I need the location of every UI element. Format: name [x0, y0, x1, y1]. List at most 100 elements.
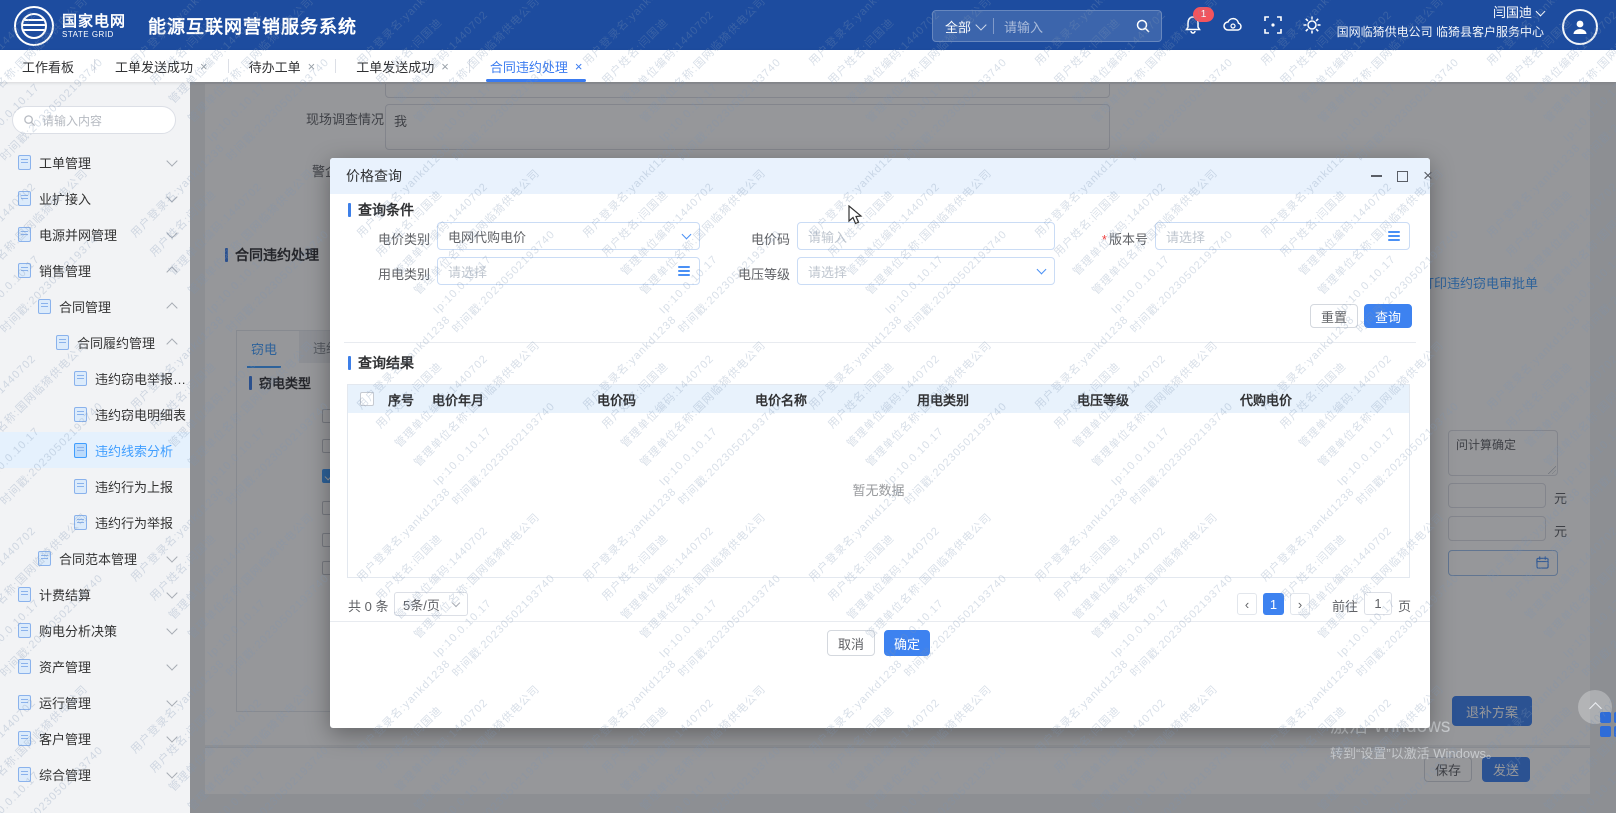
- sidebar-item[interactable]: 违约窃电明细表: [0, 396, 190, 432]
- sidebar-search-input[interactable]: 请输入内容: [12, 106, 176, 134]
- maximize-icon[interactable]: [1390, 158, 1414, 194]
- tab-item[interactable]: 待办工单 ×: [245, 50, 320, 82]
- state-grid-logo-icon: [14, 6, 54, 46]
- sidebar-item[interactable]: 资产管理: [0, 648, 190, 684]
- price-category-select[interactable]: 电网代购电价: [437, 222, 700, 250]
- search-input[interactable]: 请输入: [994, 17, 1135, 36]
- dialog-header[interactable]: 价格查询: [330, 158, 1430, 194]
- next-page-button[interactable]: ›: [1290, 593, 1310, 615]
- tab-item[interactable]: 工单发送成功 ×: [352, 50, 453, 82]
- search-scope-select[interactable]: 全部: [933, 17, 977, 36]
- tab-item[interactable]: 工作看板: [18, 50, 78, 82]
- version-select[interactable]: 请选择: [1155, 222, 1410, 250]
- results-table-header: 序号 电价年月 电价码 电价名称 用电类别 电压等级 代购电价: [348, 385, 1409, 413]
- cloud-icon[interactable]: [1222, 15, 1244, 37]
- sidebar-item[interactable]: 合同履约管理: [0, 324, 190, 360]
- sidebar-item[interactable]: 违约线索分析: [0, 432, 190, 468]
- column-header: 代购电价: [1240, 392, 1293, 408]
- tab-bar: 工作看板 工单发送成功 × 待办工单 × 工单发送成功 × 合同违约处理 ×: [0, 50, 1616, 82]
- chevron-down-icon: [166, 226, 178, 239]
- select-all-checkbox[interactable]: [360, 392, 374, 406]
- sidebar-menu: 工单管理 业扩接入 电源并网管理销售管理合同管理合同履约管理违约窃电举报奖励 违约窃电…: [0, 144, 190, 792]
- sidebar-item[interactable]: 违约行为举报: [0, 504, 190, 540]
- required-asterisk: *: [1101, 232, 1107, 247]
- chevron-up-icon: [166, 265, 178, 278]
- price-code-input[interactable]: 请输入: [797, 222, 1055, 250]
- sidebar-item[interactable]: 合同管理: [0, 288, 190, 324]
- prev-page-button[interactable]: ‹: [1237, 593, 1257, 615]
- cancel-button[interactable]: 取消: [827, 630, 875, 656]
- chevron-down-icon: [166, 622, 178, 635]
- sidebar-item[interactable]: 电源并网管理: [0, 216, 190, 252]
- tab-close-icon[interactable]: ×: [308, 59, 316, 74]
- sidebar-item[interactable]: 工单管理: [0, 144, 190, 180]
- document-icon: [18, 694, 31, 710]
- chevron-down-icon: [166, 550, 178, 563]
- search-icon[interactable]: [1135, 18, 1151, 34]
- tab-close-icon[interactable]: ×: [441, 59, 449, 74]
- fullscreen-scan-icon[interactable]: [1263, 15, 1285, 37]
- tab-separator: [227, 59, 229, 73]
- chevron-down-icon: [166, 658, 178, 671]
- tab-close-icon[interactable]: ×: [575, 59, 583, 74]
- tab-close-icon[interactable]: ×: [200, 59, 208, 74]
- sidebar-item[interactable]: 违约行为上报: [0, 468, 190, 504]
- sidebar-item[interactable]: 违约窃电举报奖励: [0, 360, 190, 396]
- brand: 国家电网 STATE GRID 能源互联网营销服务系统: [14, 6, 357, 46]
- sidebar-item-label: 综合管理: [39, 767, 92, 783]
- avatar[interactable]: [1562, 9, 1598, 45]
- reset-button[interactable]: 重置: [1310, 304, 1358, 328]
- floating-widget-icon[interactable]: [1600, 712, 1616, 737]
- pagination: 共 0 条 5条/页 ‹ 1 › 前往 1 页: [348, 592, 1411, 616]
- sidebar-item[interactable]: 业扩接入: [0, 180, 190, 216]
- global-search[interactable]: 全部 请输入: [932, 10, 1162, 42]
- version-label: * 版本号: [1101, 232, 1148, 247]
- chevron-down-icon: [975, 18, 987, 31]
- sidebar-item[interactable]: 综合管理: [0, 756, 190, 792]
- goto-page-input[interactable]: 1: [1364, 592, 1392, 615]
- user-menu[interactable]: 闫国迪: [1493, 6, 1546, 19]
- sidebar-item[interactable]: 销售管理: [0, 252, 190, 288]
- document-icon: [74, 514, 87, 530]
- sidebar-item[interactable]: 客户管理: [0, 720, 190, 756]
- chevron-down-icon: [166, 694, 178, 707]
- close-icon[interactable]: [1416, 158, 1440, 194]
- chevron-down-icon: [166, 154, 178, 167]
- price-category-label: 电价类别: [377, 232, 430, 247]
- column-header: 电价码: [597, 392, 637, 408]
- sidebar-item[interactable]: 运行管理: [0, 684, 190, 720]
- column-header: 序号: [388, 392, 415, 408]
- tab-separator: [94, 59, 96, 73]
- confirm-button[interactable]: 确定: [884, 630, 930, 656]
- chevron-down-icon: [166, 730, 178, 743]
- sidebar-item[interactable]: 合同范本管理: [0, 540, 190, 576]
- sidebar-item-label: 销售管理: [39, 263, 92, 279]
- voltage-select[interactable]: 请选择: [797, 257, 1055, 285]
- sidebar-item[interactable]: 计费结算: [0, 576, 190, 612]
- settings-gear-icon[interactable]: [1302, 15, 1324, 37]
- sidebar-item-label: 客户管理: [39, 731, 92, 747]
- document-icon: [18, 586, 31, 602]
- tab-label: 合同违约处理: [489, 59, 568, 75]
- sidebar-item-label: 违约行为上报: [95, 479, 174, 495]
- price-category-value: 电网代购电价: [448, 229, 527, 245]
- current-page[interactable]: 1: [1263, 593, 1284, 615]
- tab-item[interactable]: 工单发送成功 ×: [111, 50, 212, 82]
- column-header: 电价名称: [755, 392, 808, 408]
- notification-bell-icon[interactable]: 1: [1183, 7, 1214, 37]
- query-button[interactable]: 查询: [1364, 304, 1412, 328]
- sidebar-item-label: 合同范本管理: [59, 551, 138, 567]
- minimize-icon[interactable]: [1364, 158, 1388, 194]
- sidebar-item[interactable]: 购电分析决策: [0, 612, 190, 648]
- sidebar-search-placeholder: 请输入内容: [42, 113, 103, 128]
- elec-category-select[interactable]: 请选择: [437, 257, 700, 285]
- list-select-icon: [1388, 231, 1400, 241]
- tab-label: 工单发送成功: [356, 59, 435, 75]
- app-title: 能源互联网营销服务系统: [148, 17, 358, 37]
- chevron-down-icon: [166, 586, 178, 599]
- tab-item[interactable]: 合同违约处理 ×: [485, 50, 587, 82]
- page-size-select[interactable]: 5条/页: [394, 592, 468, 616]
- sidebar-item-label: 合同履约管理: [77, 335, 156, 351]
- sidebar-item-label: 合同管理: [59, 299, 112, 315]
- document-icon: [18, 658, 31, 674]
